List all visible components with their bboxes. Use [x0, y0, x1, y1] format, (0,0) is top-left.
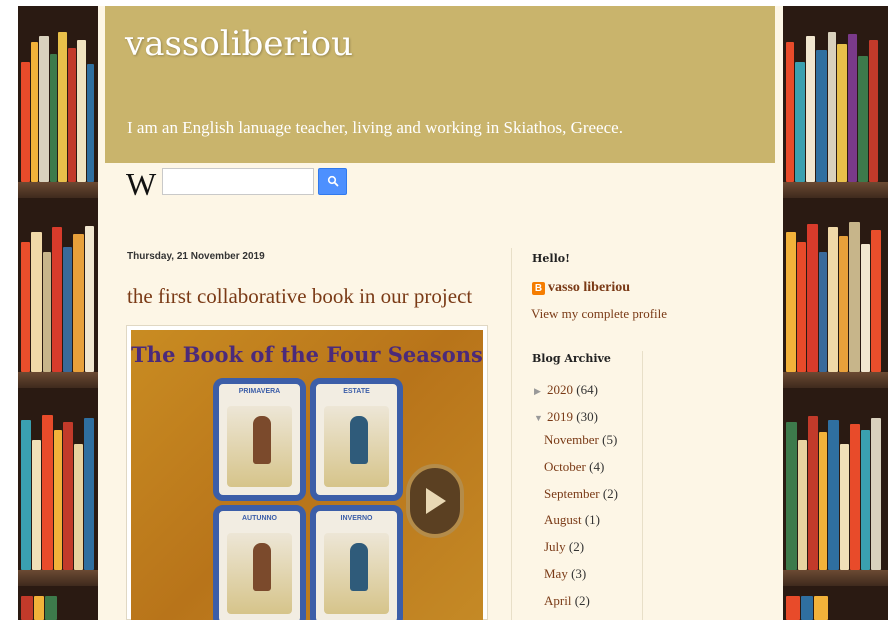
- archive-label[interactable]: 2020: [547, 382, 573, 397]
- profile-name: vasso liberiou: [548, 280, 631, 295]
- tile-label: INVERNO: [340, 515, 373, 522]
- figure-illustration: [350, 416, 368, 464]
- archive-label[interactable]: August: [544, 512, 582, 527]
- figure-illustration: [253, 543, 271, 591]
- archive-month-october[interactable]: October (4): [544, 459, 604, 475]
- tile-label: PRIMAVERA: [238, 388, 281, 395]
- archive-divider: [642, 351, 643, 620]
- archive-count: (2): [602, 486, 619, 501]
- post-image-frame: The Book of the Four Seasons PRIMAVERA E…: [126, 325, 488, 620]
- main-column: vassoliberiou I am an English lanuage te…: [98, 6, 783, 620]
- season-tile: PRIMAVERA: [213, 378, 306, 501]
- post-video-thumbnail[interactable]: The Book of the Four Seasons PRIMAVERA E…: [131, 330, 483, 620]
- play-button[interactable]: [406, 464, 464, 538]
- play-icon: [422, 486, 448, 516]
- search-button[interactable]: [318, 168, 347, 195]
- search-input[interactable]: [162, 168, 314, 195]
- figure-illustration: [253, 416, 271, 464]
- sidebar-divider: [511, 248, 512, 620]
- archive-month-september[interactable]: September (2): [544, 486, 618, 502]
- season-tile: INVERNO: [310, 505, 403, 620]
- archive-month-april[interactable]: April (2): [544, 593, 590, 609]
- archive-count: (30): [576, 409, 598, 424]
- blog-title[interactable]: vassoliberiou: [125, 24, 353, 64]
- book-title: The Book of the Four Seasons: [131, 342, 483, 367]
- archive-count: (2): [568, 539, 585, 554]
- profile-name-link[interactable]: B vasso liberiou: [532, 280, 630, 296]
- season-tile: AUTUNNO: [213, 505, 306, 620]
- view-profile-link[interactable]: View my complete profile: [531, 306, 667, 322]
- archive-count: (5): [602, 432, 618, 447]
- tile-label: ESTATE: [343, 388, 370, 395]
- archive-count: (4): [589, 459, 605, 474]
- archive-count: (64): [576, 382, 598, 397]
- collapse-toggle-icon[interactable]: ▼: [534, 413, 544, 423]
- archive-label[interactable]: November: [544, 432, 599, 447]
- archive-label[interactable]: April: [544, 593, 571, 608]
- blogger-icon: B: [532, 281, 545, 295]
- archive-month-july[interactable]: July (2): [544, 539, 584, 555]
- archive-year-2019[interactable]: ▼ 2019 (30): [534, 409, 598, 425]
- archive-count: (3): [571, 566, 587, 581]
- season-tile: ESTATE: [310, 378, 403, 501]
- archive-month-november[interactable]: November (5): [544, 432, 617, 448]
- figure-illustration: [350, 543, 368, 591]
- archive-count: (1): [584, 512, 600, 527]
- archive-label[interactable]: July: [544, 539, 566, 554]
- archive-count: (2): [574, 593, 590, 608]
- archive-month-may[interactable]: May (3): [544, 566, 586, 582]
- bookshelf-right: [783, 6, 888, 620]
- archive-label[interactable]: September: [544, 486, 600, 501]
- blog-header: vassoliberiou I am an English lanuage te…: [105, 6, 775, 163]
- archive-year-2020[interactable]: ▶ 2020 (64): [534, 382, 598, 398]
- archive-label[interactable]: 2019: [547, 409, 573, 424]
- archive-label[interactable]: May: [544, 566, 568, 581]
- blog-description: I am an English lanuage teacher, living …: [127, 118, 623, 137]
- wikipedia-logo-icon: W: [126, 166, 157, 202]
- tile-label: AUTUNNO: [242, 515, 277, 522]
- profile-heading: Hello!: [532, 252, 570, 265]
- expand-toggle-icon[interactable]: ▶: [534, 386, 544, 397]
- bookshelf-left: [18, 6, 98, 620]
- post-date: Thursday, 21 November 2019: [127, 251, 265, 262]
- search-icon: [327, 172, 339, 191]
- archive-month-august[interactable]: August (1): [544, 512, 600, 528]
- archive-label[interactable]: October: [544, 459, 586, 474]
- season-tiles: PRIMAVERA ESTATE AUTUNNO INVERNO: [213, 378, 403, 620]
- post-title[interactable]: the first collaborative book in our proj…: [127, 284, 472, 309]
- archive-heading: Blog Archive: [532, 352, 611, 365]
